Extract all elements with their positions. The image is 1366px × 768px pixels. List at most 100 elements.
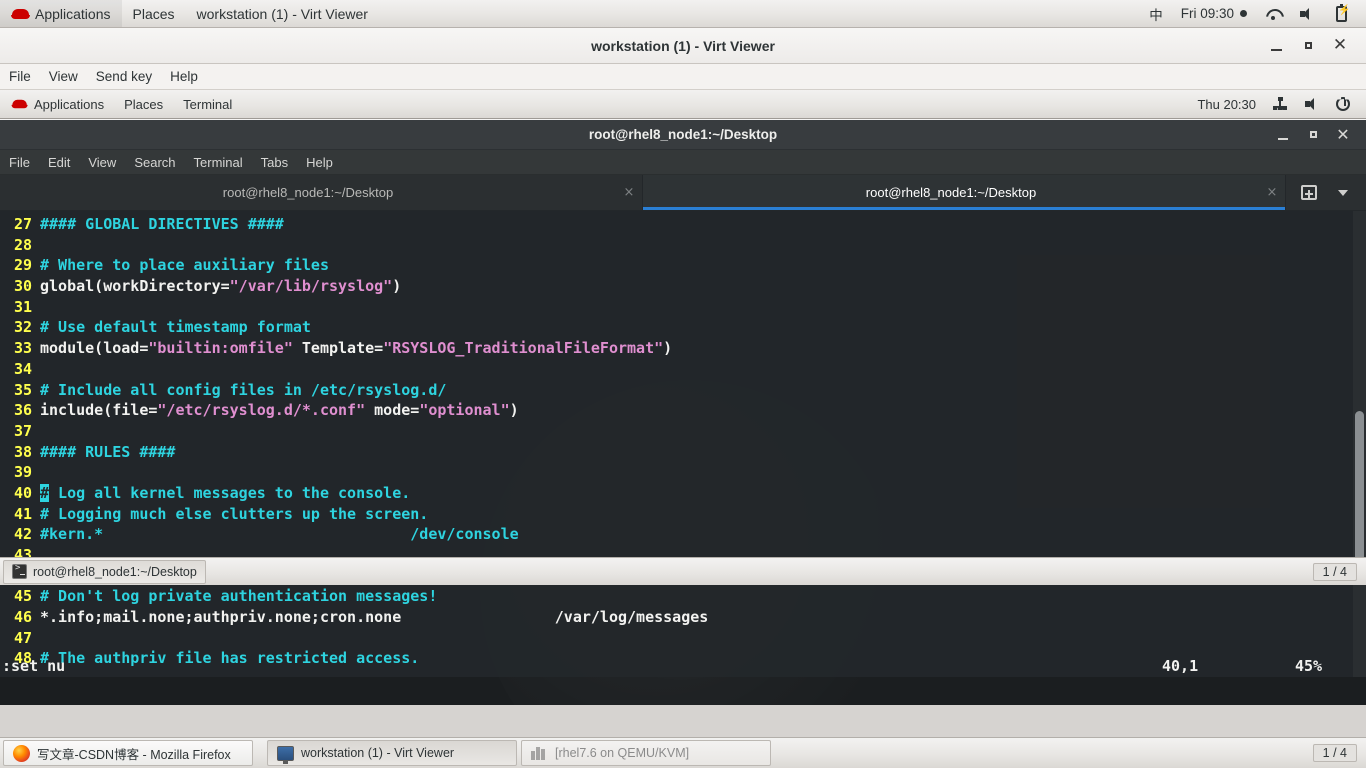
power-icon[interactable]: [1328, 90, 1358, 118]
editor-line: 27 #### GLOBAL DIRECTIVES ####: [0, 214, 1353, 235]
editor-text: # Logging much else clutters up the scre…: [40, 504, 429, 523]
new-tab-icon[interactable]: [1292, 176, 1326, 210]
guest-desktop: Red Hat Enterprise Linux root@rhel8_node…: [0, 120, 1366, 705]
terminal-window: root@rhel8_node1:~/Desktop ✕ File Edit V…: [0, 120, 1366, 677]
close-icon[interactable]: ✕: [1328, 122, 1358, 148]
guest-workspace-indicator[interactable]: 1 / 4: [1312, 562, 1357, 581]
editor-line-number: 40: [13, 483, 32, 502]
minimize-icon[interactable]: [1260, 31, 1292, 61]
volume-icon[interactable]: [1296, 90, 1328, 118]
virt-viewer-titlebar[interactable]: workstation (1) - Virt Viewer ✕: [0, 28, 1366, 64]
editor-line-number: 35: [13, 380, 32, 399]
battery-charging-icon[interactable]: [1324, 0, 1356, 27]
vim-cursor-position: 40,1: [1162, 656, 1199, 675]
vim-editor-buffer: 27 #### GLOBAL DIRECTIVES #### 28 29 # Where…: [0, 211, 1353, 669]
terminal-tab-1-label: root@rhel8_node1:~/Desktop: [222, 185, 394, 200]
vv-menu-file[interactable]: File: [0, 64, 40, 89]
editor-line-number: 38: [13, 442, 32, 461]
firefox-icon: [13, 744, 30, 762]
editor-line: 33 module(load="builtin:omfile" Template=…: [0, 338, 1353, 359]
guest-applications-menu[interactable]: Applications: [0, 90, 114, 118]
terminal-scrollbar-thumb[interactable]: [1355, 411, 1364, 561]
maximize-icon[interactable]: [1298, 122, 1328, 148]
monitor-icon: [277, 745, 294, 764]
editor-line-number: 46: [13, 608, 32, 627]
minimize-icon[interactable]: [1268, 122, 1298, 148]
editor-line: 35 # Include all config files in /etc/rsy…: [0, 380, 1353, 401]
editor-text: # Include all config files in /etc/rsysl…: [40, 380, 447, 399]
redhat-logo-icon: [11, 98, 29, 110]
maximize-icon[interactable]: [1292, 31, 1324, 61]
terminal-tab-1[interactable]: root@rhel8_node1:~/Desktop ×: [0, 175, 643, 210]
editor-text: # Don't log private authentication messa…: [40, 587, 438, 606]
terminal-scrollbar[interactable]: [1353, 211, 1366, 677]
terminal-text-area[interactable]: 27 #### GLOBAL DIRECTIVES #### 28 29 # Where…: [0, 211, 1366, 677]
editor-text: "/var/lib/rsyslog": [229, 277, 393, 296]
term-menu-terminal[interactable]: Terminal: [185, 150, 252, 174]
editor-text: "optional": [419, 401, 510, 420]
editor-line-number: 32: [13, 318, 32, 337]
editor-text: global(workDirectory=: [40, 277, 230, 296]
guest-taskbar-item-terminal[interactable]: root@rhel8_node1:~/Desktop: [3, 559, 206, 584]
editor-line-number: 42: [13, 525, 32, 544]
network-icon[interactable]: [1264, 90, 1296, 118]
vim-status-line: :set nu 40,1 45%: [0, 655, 1353, 677]
redhat-logo-icon: [11, 7, 31, 21]
guest-applications-label: Applications: [34, 96, 105, 112]
vv-menu-help[interactable]: Help: [161, 64, 207, 89]
guest-terminal-menu[interactable]: Terminal: [173, 90, 242, 118]
close-icon[interactable]: ×: [616, 185, 642, 200]
editor-line-number: 39: [13, 463, 32, 482]
host-taskbar-item-vm[interactable]: [rhel7.6 on QEMU/KVM]: [521, 740, 771, 766]
host-clock[interactable]: Fri 09:30: [1172, 0, 1256, 27]
term-menu-file[interactable]: File: [0, 150, 39, 174]
term-menu-view[interactable]: View: [79, 150, 125, 174]
editor-line: 29 # Where to place auxiliary files: [0, 255, 1353, 276]
editor-line: 37: [0, 421, 1353, 442]
vv-menu-view[interactable]: View: [40, 64, 87, 89]
host-workspace-indicator[interactable]: 1 / 4: [1312, 744, 1357, 762]
terminal-titlebar[interactable]: root@rhel8_node1:~/Desktop ✕: [0, 120, 1366, 150]
guest-clock[interactable]: Thu 20:30: [1189, 90, 1264, 118]
virt-viewer-title: workstation (1) - Virt Viewer: [591, 37, 775, 54]
vv-menu-send-key[interactable]: Send key: [87, 64, 161, 89]
chevron-down-icon[interactable]: [1326, 176, 1360, 210]
editor-line-number: 34: [13, 359, 32, 378]
input-method-indicator[interactable]: 中: [1140, 0, 1172, 27]
editor-text: #### RULES ####: [40, 442, 176, 461]
term-menu-tabs[interactable]: Tabs: [252, 150, 297, 174]
editor-line-number: 36: [13, 401, 32, 420]
host-taskbar-item-virt-viewer[interactable]: workstation (1) - Virt Viewer: [267, 740, 517, 766]
virt-viewer-window-buttons: ✕: [1260, 31, 1366, 61]
terminal-menubar: File Edit View Search Terminal Tabs Help: [0, 150, 1366, 175]
host-taskbar-item-firefox[interactable]: 写文章-CSDN博客 - Mozilla Firefox: [3, 740, 253, 766]
host-active-window-title[interactable]: workstation (1) - Virt Viewer: [186, 0, 379, 27]
close-icon[interactable]: ✕: [1324, 31, 1356, 61]
editor-text: module(load=: [40, 339, 149, 358]
host-taskbar-item-vm-label: [rhel7.6 on QEMU/KVM]: [555, 746, 690, 760]
terminal-tab-2[interactable]: root@rhel8_node1:~/Desktop ×: [643, 175, 1286, 210]
host-places-menu[interactable]: Places: [122, 0, 186, 27]
host-top-panel: Applications Places workstation (1) - Vi…: [0, 0, 1366, 28]
editor-line: 47: [0, 628, 1353, 649]
volume-muted-icon[interactable]: [1290, 0, 1324, 27]
editor-line: 46 *.info;mail.none;authpriv.none;cron.no…: [0, 607, 1353, 628]
editor-text: #kern.* /dev/console: [40, 525, 519, 544]
term-menu-edit[interactable]: Edit: [39, 150, 79, 174]
editor-text: Template=: [292, 339, 384, 358]
editor-text: mode=: [365, 401, 420, 420]
editor-cursor: #: [40, 483, 50, 502]
editor-text: "builtin:omfile": [148, 339, 293, 358]
host-applications-menu[interactable]: Applications: [0, 0, 122, 27]
vim-scroll-percent: 45%: [1295, 656, 1323, 675]
guest-places-menu[interactable]: Places: [114, 90, 173, 118]
editor-text: ): [509, 401, 519, 420]
close-icon[interactable]: ×: [1259, 185, 1285, 200]
editor-text: #### GLOBAL DIRECTIVES ####: [40, 215, 284, 233]
editor-text: # Where to place auxiliary files: [40, 256, 329, 275]
term-menu-search[interactable]: Search: [125, 150, 184, 174]
wifi-icon[interactable]: [1256, 0, 1290, 27]
terminal-title: root@rhel8_node1:~/Desktop: [588, 127, 778, 142]
term-menu-help[interactable]: Help: [297, 150, 342, 174]
editor-line-number: 41: [13, 504, 32, 523]
